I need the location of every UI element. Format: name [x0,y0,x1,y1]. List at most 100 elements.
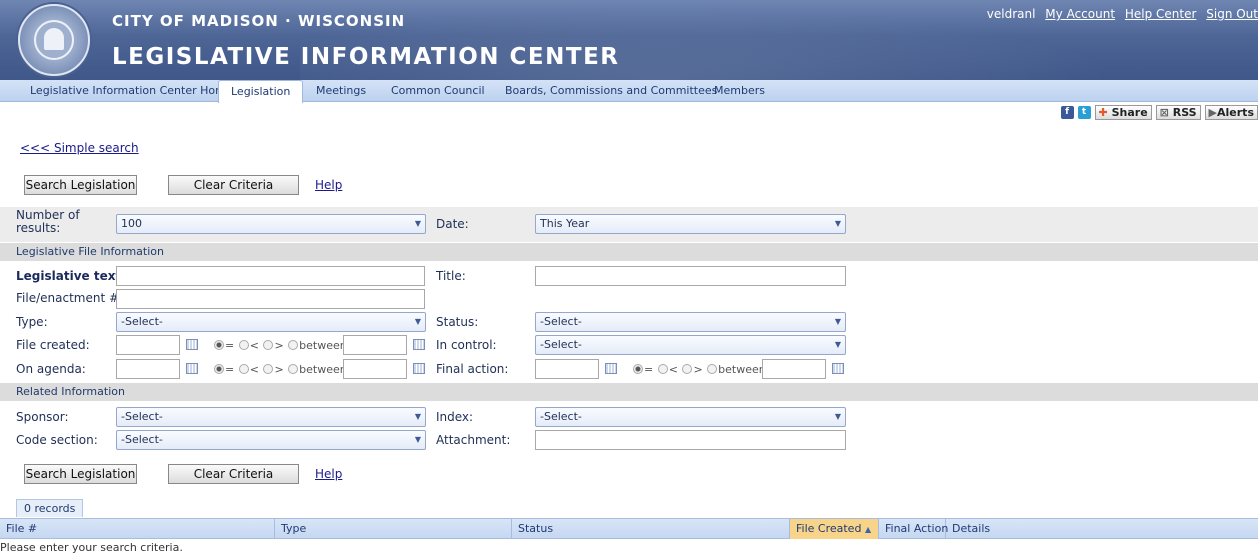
radio-greater-than[interactable] [263,340,274,350]
radio-less-than[interactable] [657,364,668,374]
type-select[interactable]: -Select- ▼ [116,312,426,332]
chevron-down-icon: ▼ [414,317,421,326]
calendar-icon[interactable] [186,339,198,350]
legislative-text-input[interactable] [116,266,425,286]
on-agenda-end-date-input[interactable] [343,359,407,379]
radio-greater-than[interactable] [263,364,274,374]
chevron-down-icon: ▼ [414,412,421,421]
radio-equals[interactable] [214,364,224,374]
radio-equals[interactable] [633,364,643,374]
title-label: Title: [436,269,466,283]
search-legislation-button-bottom[interactable]: Search Legislation [24,464,137,484]
facebook-icon[interactable]: f [1060,105,1074,119]
date-select[interactable]: This Year ▼ [535,214,846,234]
number-of-results-select[interactable]: 100 ▼ [116,214,426,234]
rss-button[interactable]: ⊠ RSS [1155,104,1201,120]
file-created-comparison-radios: = < > between [213,339,347,352]
radio-less-than[interactable] [238,364,249,374]
chevron-down-icon: ▼ [834,340,841,349]
plus-icon: ✚ [1098,105,1108,119]
column-header-file-number[interactable]: File # [0,519,275,539]
simple-search-link[interactable]: <<< Simple search [20,141,139,155]
tab-home[interactable]: Legislative Information Center Home [30,84,233,97]
alerts-button[interactable]: ▶Alerts [1204,104,1258,120]
code-section-select[interactable]: -Select- ▼ [116,430,426,450]
sponsor-label: Sponsor: [16,410,69,424]
on-agenda-comparison-radios: = < > between [213,363,347,376]
tab-legislation[interactable]: Legislation [218,80,304,103]
city-name: CITY OF MADISON · WISCONSIN [112,12,406,30]
sign-out-link[interactable]: Sign Out [1206,7,1258,21]
file-created-end-date-input[interactable] [343,335,407,355]
column-header-final-action[interactable]: Final Action [879,519,948,539]
help-link[interactable]: Help [315,178,342,192]
status-select[interactable]: -Select- ▼ [535,312,846,332]
final-action-label: Final action: [436,362,509,376]
file-enactment-label: File/enactment #: [16,291,124,305]
in-control-select[interactable]: -Select- ▼ [535,335,846,355]
city-seal-logo [18,4,90,76]
empty-results-message: Please enter your search criteria. [0,541,183,554]
share-bar: f t ✚ Share ⊠ RSS ▶Alerts [1060,104,1258,120]
title-input[interactable] [535,266,846,286]
alert-icon: ▶ [1208,105,1218,119]
main-nav: Legislative Information Center Home Legi… [0,80,1258,103]
tab-common-council[interactable]: Common Council [391,84,485,97]
help-link-bottom[interactable]: Help [315,467,342,481]
clear-criteria-button-bottom[interactable]: Clear Criteria [168,464,299,484]
radio-between[interactable] [288,364,299,374]
calendar-icon[interactable] [413,363,425,374]
file-created-label: File created: [16,338,90,352]
calendar-icon[interactable] [413,339,425,350]
radio-between[interactable] [707,364,718,374]
legislative-text-label: Legislative text: [16,269,126,283]
sponsor-select[interactable]: -Select- ▼ [116,407,426,427]
final-action-end-date-input[interactable] [762,359,826,379]
results-grid-header: File # Type Status File Created ▲ Final … [0,518,1258,539]
column-header-type[interactable]: Type [275,519,512,539]
section-header-related-info: Related Information [0,383,1258,401]
chevron-down-icon: ▼ [834,219,841,228]
sort-ascending-icon: ▲ [864,525,872,534]
index-select[interactable]: -Select- ▼ [535,407,846,427]
records-count-tab[interactable]: 0 records [16,499,84,517]
chevron-down-icon: ▼ [834,412,841,421]
on-agenda-date-input[interactable] [116,359,180,379]
radio-greater-than[interactable] [682,364,693,374]
share-button[interactable]: ✚ Share [1094,104,1152,120]
help-center-link[interactable]: Help Center [1125,7,1197,21]
index-label: Index: [436,410,474,424]
tab-meetings[interactable]: Meetings [316,84,366,97]
file-enactment-input[interactable] [116,289,425,309]
site-header: CITY OF MADISON · WISCONSIN LEGISLATIVE … [0,0,1258,80]
number-of-results-label: Number of results: [16,208,80,235]
results-date-row: Number of results: 100 ▼ Date: This Year ▼ [0,207,1258,242]
calendar-icon[interactable] [605,363,617,374]
on-agenda-label: On agenda: [16,362,86,376]
rss-icon: ⊠ [1159,105,1169,119]
calendar-icon[interactable] [186,363,198,374]
site-title: LEGISLATIVE INFORMATION CENTER [112,44,620,70]
search-legislation-button[interactable]: Search Legislation [24,175,137,195]
twitter-icon[interactable]: t [1077,105,1091,119]
tab-members[interactable]: Members [714,84,765,97]
type-label: Type: [16,315,48,329]
column-header-status[interactable]: Status [512,519,790,539]
column-header-details[interactable]: Details [946,519,1258,539]
radio-equals[interactable] [214,340,224,350]
clear-criteria-button[interactable]: Clear Criteria [168,175,299,195]
radio-between[interactable] [288,340,299,350]
chevron-down-icon: ▼ [834,317,841,326]
user-links: veldranl My Account Help Center Sign Out [987,7,1258,21]
status-label: Status: [436,315,479,329]
calendar-icon[interactable] [832,363,844,374]
my-account-link[interactable]: My Account [1045,7,1115,21]
chevron-down-icon: ▼ [414,219,421,228]
tab-boards[interactable]: Boards, Commissions and Committees [505,84,717,97]
attachment-input[interactable] [535,430,846,450]
column-header-file-created[interactable]: File Created ▲ [790,519,879,539]
final-action-date-input[interactable] [535,359,599,379]
radio-less-than[interactable] [238,340,249,350]
final-action-comparison-radios: = < > between [632,363,766,376]
file-created-date-input[interactable] [116,335,180,355]
